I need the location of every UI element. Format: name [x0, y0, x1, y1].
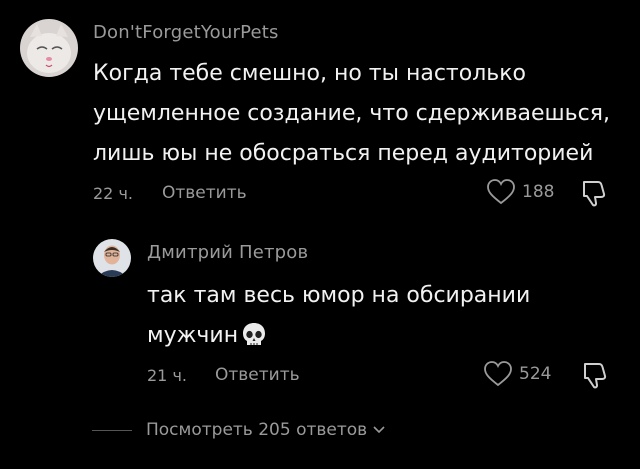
thumbs-down-icon — [584, 363, 607, 389]
comment-line-with-emoji: мужчин — [147, 316, 530, 362]
comment-line: лишь юы не обосраться перед аудиторией — [93, 141, 594, 166]
heart-icon — [487, 179, 515, 205]
timestamp: 22 ч. — [93, 184, 133, 203]
like-button[interactable]: 188 — [486, 178, 554, 206]
reply-button[interactable]: Ответить — [162, 183, 247, 203]
timestamp: 21 ч. — [147, 366, 187, 385]
comment-line: ущемленное создание, что сдерживаешься, — [93, 101, 610, 126]
man-avatar[interactable] — [93, 239, 131, 277]
comment-text: так там весь юмор на обсирании мужчин — [147, 276, 530, 362]
username[interactable]: Дмитрий Петров — [147, 242, 308, 263]
comment-line: мужчин — [147, 323, 239, 348]
like-count: 188 — [522, 182, 555, 202]
divider-line — [92, 429, 132, 431]
skull-emoji — [242, 322, 266, 362]
cat-avatar[interactable] — [20, 19, 78, 77]
cat-avatar-icon — [20, 19, 78, 77]
comment-text: Когда тебе смешно, но ты настолько ущемл… — [93, 54, 610, 174]
username[interactable]: Don'tForgetYourPets — [93, 22, 279, 43]
view-replies-button[interactable]: Посмотреть 205 ответов — [92, 420, 385, 440]
like-count: 524 — [519, 364, 552, 384]
view-replies-label: Посмотреть 205 ответов — [146, 420, 368, 440]
comment-line: Когда тебе смешно, но ты настолько — [93, 61, 526, 86]
man-avatar-icon — [93, 239, 131, 277]
chevron-down-icon — [373, 426, 385, 434]
thumbs-down-icon — [583, 181, 606, 207]
comment-line: так там весь юмор на обсирании — [147, 283, 531, 308]
heart-icon — [484, 361, 512, 387]
like-button[interactable]: 524 — [483, 360, 551, 388]
reply-button[interactable]: Ответить — [215, 365, 300, 385]
dislike-button[interactable] — [581, 360, 609, 394]
dislike-button[interactable] — [580, 178, 608, 212]
skull-icon — [243, 323, 266, 345]
